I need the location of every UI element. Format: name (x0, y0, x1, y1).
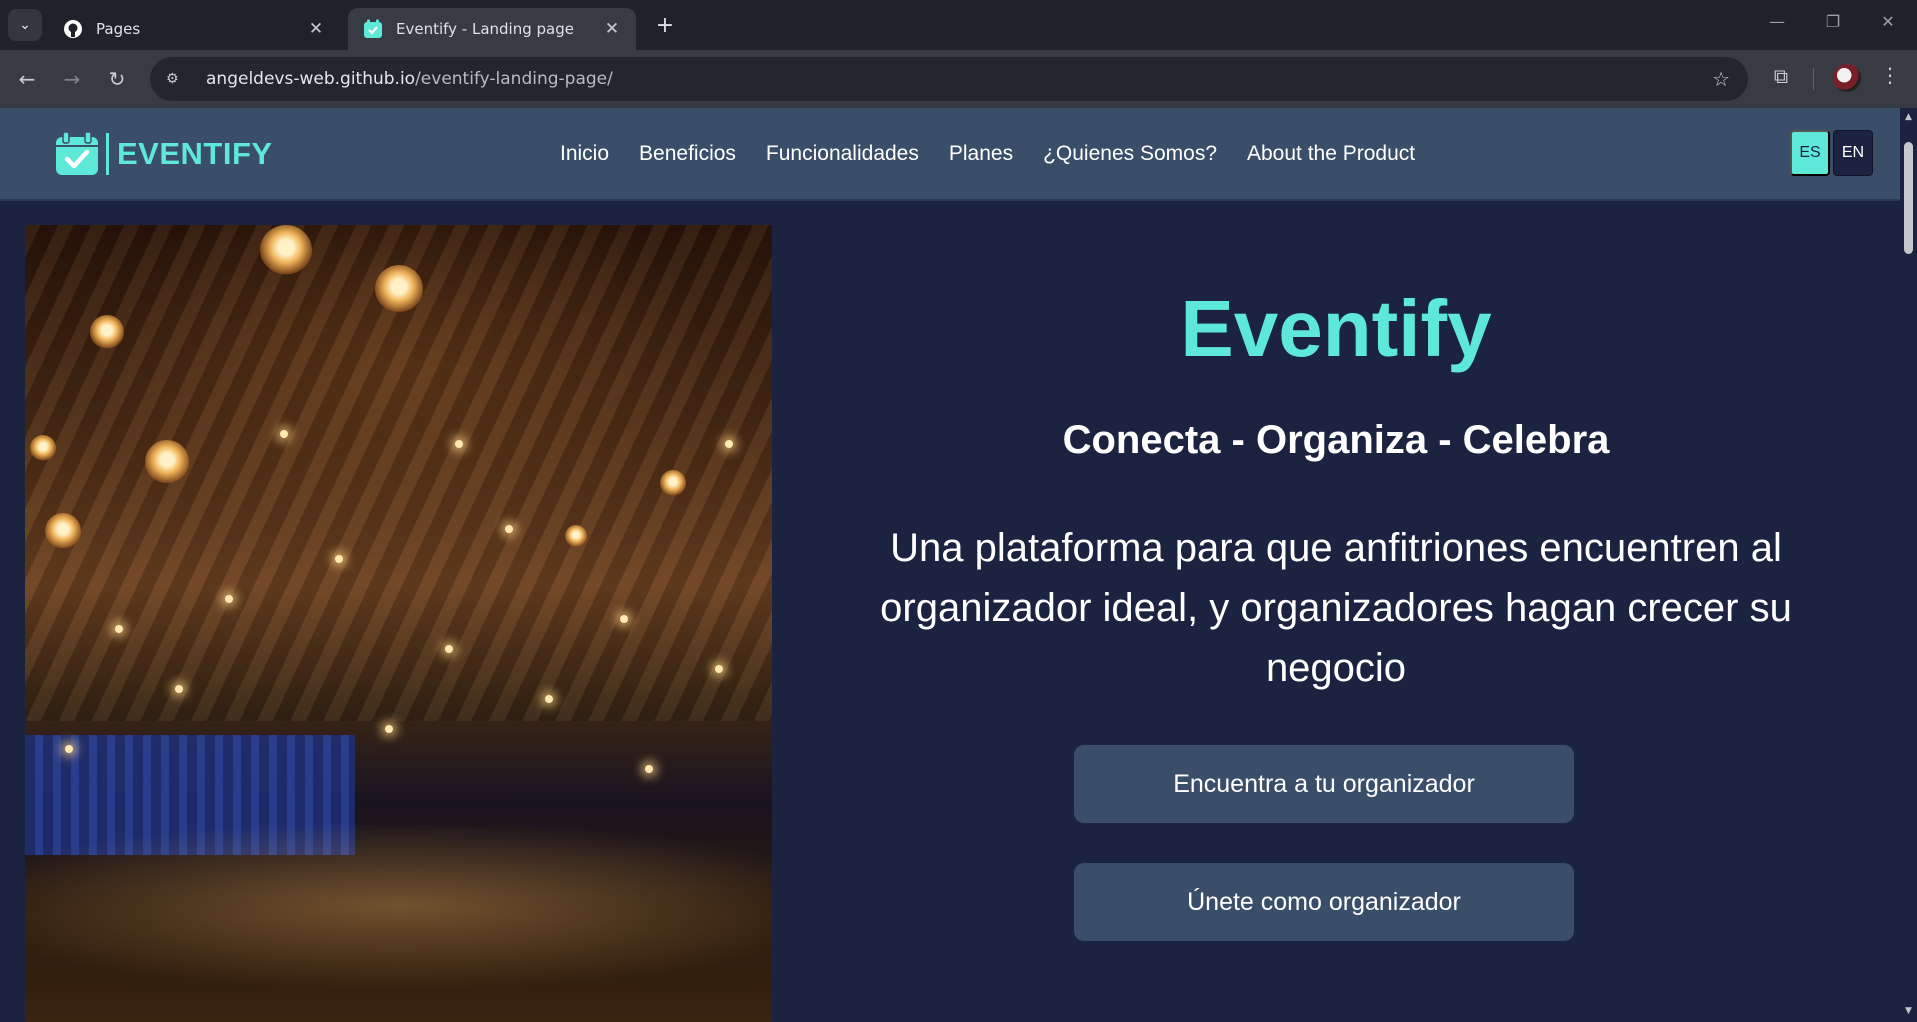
nav-item-planes[interactable]: Planes (949, 142, 1013, 166)
nav-item-beneficios[interactable]: Beneficios (639, 142, 736, 166)
extensions-puzzle-icon[interactable]: ⧉ (1766, 64, 1796, 88)
close-icon[interactable]: ✕ (602, 19, 622, 39)
image-light (115, 625, 123, 633)
image-light (545, 695, 553, 703)
address-bar[interactable]: ⚙ angeldevs-web.github.io/eventify-landi… (150, 57, 1748, 101)
url-text: angeldevs-web.github.io/eventify-landing… (206, 69, 613, 89)
site-info-icon[interactable]: ⚙ (166, 71, 188, 87)
lang-en-button[interactable]: EN (1833, 130, 1873, 176)
nav-item-inicio[interactable]: Inicio (560, 142, 609, 166)
image-lamp (45, 513, 81, 549)
reload-icon[interactable]: ↻ (102, 64, 132, 94)
tab-search-chevron-icon[interactable]: ⌄ (8, 9, 42, 41)
brand-name: EVENTIFY (117, 136, 273, 171)
minimize-icon[interactable]: — (1762, 12, 1792, 31)
calendar-check-icon (362, 18, 384, 40)
back-arrow-icon[interactable]: ← (12, 64, 42, 94)
browser-toolbar: ← → ↻ ⚙ angeldevs-web.github.io/eventify… (0, 50, 1917, 108)
image-lamp (660, 470, 686, 496)
scrollbar-thumb[interactable] (1904, 142, 1913, 254)
image-light (225, 595, 233, 603)
window-close-icon[interactable]: ✕ (1873, 12, 1903, 31)
tab-eventify[interactable]: Eventify - Landing page ✕ (348, 8, 636, 50)
browser-tabstrip: ⌄ Pages ✕ Eventify - Landing page ✕ + — … (0, 0, 1917, 50)
github-icon (62, 18, 84, 40)
image-tables-glow (25, 825, 772, 1022)
image-light (715, 665, 723, 673)
nav-item-about-the-product[interactable]: About the Product (1247, 142, 1415, 166)
nav-item-funcionalidades[interactable]: Funcionalidades (766, 142, 919, 166)
url-path: /eventify-landing-page/ (415, 69, 613, 89)
toolbar-divider (1813, 68, 1814, 90)
close-icon[interactable]: ✕ (306, 19, 326, 39)
image-light (280, 430, 288, 438)
tab-title: Eventify - Landing page (396, 20, 574, 38)
tab-title: Pages (96, 20, 141, 38)
image-light (645, 765, 653, 773)
site-header: EVENTIFY Inicio Beneficios Funcionalidad… (0, 108, 1900, 201)
brand-logo[interactable]: EVENTIFY (54, 130, 273, 178)
new-tab-plus-icon[interactable]: + (650, 10, 680, 40)
url-host: angeldevs-web.github.io (206, 69, 416, 89)
profile-avatar[interactable] (1833, 64, 1861, 92)
hero-title: Eventify (1180, 284, 1492, 373)
image-light (385, 725, 393, 733)
image-lamp (90, 315, 124, 349)
restore-icon[interactable]: ❐ (1818, 12, 1848, 31)
tab-pages[interactable]: Pages ✕ (48, 8, 340, 50)
forward-arrow-icon[interactable]: → (57, 64, 87, 94)
find-organizer-button[interactable]: Encuentra a tu organizador (1074, 745, 1574, 823)
image-lamp (145, 440, 189, 484)
calendar-check-icon (56, 131, 98, 175)
image-light (620, 615, 628, 623)
image-lamp (375, 265, 423, 313)
lang-es-button[interactable]: ES (1790, 130, 1830, 176)
nav-item-quienes-somos[interactable]: ¿Quienes Somos? (1043, 142, 1217, 166)
image-light (725, 440, 733, 448)
image-light (455, 440, 463, 448)
join-as-organizer-button[interactable]: Únete como organizador (1074, 863, 1574, 941)
image-light (335, 555, 343, 563)
hero-description: Una plataforma para que anfitriones encu… (880, 526, 1792, 690)
image-lamp (565, 525, 587, 547)
page-scrollbar[interactable]: ▲ ▼ (1900, 108, 1917, 1022)
main-nav: Inicio Beneficios Funcionalidades Planes… (560, 108, 1445, 199)
image-light (505, 525, 513, 533)
brand-divider (106, 133, 109, 175)
page-content: EVENTIFY Inicio Beneficios Funcionalidad… (0, 108, 1900, 1022)
image-lamp (260, 225, 312, 275)
bookmark-star-icon[interactable]: ☆ (1712, 67, 1730, 91)
more-menu-icon[interactable]: ⋮ (1880, 63, 1900, 87)
image-light (65, 745, 73, 753)
scroll-up-arrow-icon[interactable]: ▲ (1903, 112, 1914, 122)
scroll-down-arrow-icon[interactable]: ▼ (1903, 1006, 1914, 1016)
hero-tagline: Conecta - Organiza - Celebra (1062, 418, 1610, 462)
hero-event-venue-image (25, 225, 772, 1022)
image-light (175, 685, 183, 693)
image-lamp (30, 435, 56, 461)
image-light (445, 645, 453, 653)
